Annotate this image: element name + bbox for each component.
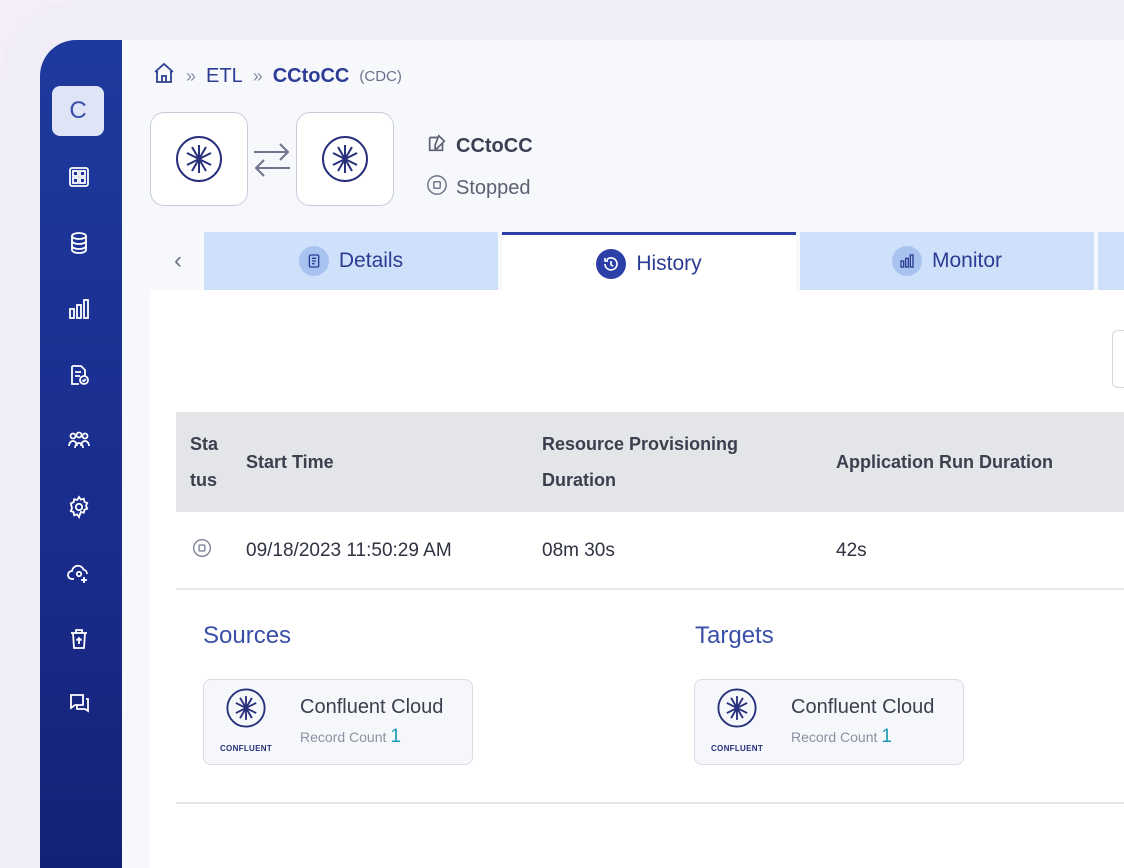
pipeline-name: CCtoCC: [426, 132, 533, 160]
breadcrumb-separator: »: [186, 65, 197, 86]
stopped-icon: [192, 538, 212, 564]
table-row[interactable]: 09/18/2023 11:50:29 AM 08m 30s 42s: [176, 512, 1124, 590]
org-avatar[interactable]: C: [52, 86, 104, 136]
dashboard-grid-icon[interactable]: [62, 160, 96, 194]
breadcrumb: » ETL » CCtoCC (CDC): [152, 62, 402, 90]
source-card[interactable]: CONFLUENT Confluent Cloud Record Count 1: [203, 679, 473, 765]
cloud-user-icon[interactable]: [62, 556, 96, 590]
source-connector-box[interactable]: [150, 112, 248, 206]
chat-bubbles-icon[interactable]: [62, 686, 96, 720]
tab-details[interactable]: Details: [204, 232, 498, 290]
stopped-icon: [426, 174, 448, 202]
settings-gear-icon[interactable]: [62, 490, 96, 524]
history-table-header: Sta tus Start Time Resource Provisioning…: [176, 412, 1124, 512]
confluent-logo-icon: [717, 688, 757, 728]
header-start-time: Start Time: [246, 452, 334, 472]
document-check-icon[interactable]: [62, 358, 96, 392]
confluent-logo: CONFLUENT: [701, 686, 773, 756]
breadcrumb-pipeline-type: (CDC): [359, 67, 402, 85]
tab-bar: ‹ Details History Monitor: [152, 232, 1124, 292]
header-status: Sta tus: [190, 434, 219, 490]
confluent-logo: CONFLUENT: [210, 686, 282, 756]
breadcrumb-current: CCtoCC: [272, 64, 350, 87]
row-start-time: 09/18/2023 11:50:29 AM: [246, 540, 452, 561]
tab-history-label: History: [636, 251, 702, 275]
home-icon[interactable]: [152, 61, 176, 91]
confluent-logo-icon: [322, 136, 368, 182]
edit-icon[interactable]: [426, 132, 448, 160]
bar-chart-icon[interactable]: [62, 292, 96, 326]
sidebar: C: [40, 40, 122, 868]
tab-history[interactable]: History: [502, 232, 796, 292]
target-card[interactable]: CONFLUENT Confluent Cloud Record Count 1: [694, 679, 964, 765]
tab-monitor[interactable]: Monitor: [800, 232, 1094, 290]
source-name: Confluent Cloud: [300, 696, 444, 718]
tab-monitor-label: Monitor: [931, 249, 1003, 272]
row-run-duration: 42s: [836, 540, 867, 561]
sources-title: Sources: [203, 622, 292, 649]
database-icon[interactable]: [62, 226, 96, 260]
targets-title: Targets: [695, 622, 774, 649]
tab-details-label: Details: [338, 249, 404, 272]
source-record-count: Record Count 1: [300, 726, 401, 747]
trash-icon[interactable]: [62, 622, 96, 656]
pipeline-status: Stopped: [426, 174, 531, 202]
pipeline-name-text: CCtoCC: [456, 134, 533, 157]
tab-next-partial[interactable]: [1098, 232, 1124, 290]
confluent-logo-icon: [176, 136, 222, 182]
users-group-icon[interactable]: [62, 424, 96, 458]
target-record-count: Record Count 1: [791, 726, 892, 747]
history-clock-icon: [596, 248, 627, 279]
header-run-duration: Application Run Duration: [836, 452, 1053, 472]
sync-arrows-icon: [254, 143, 290, 177]
tab-scroll-left-button[interactable]: ‹: [152, 232, 204, 290]
history-panel: Sta tus Start Time Resource Provisioning…: [150, 290, 1124, 868]
confluent-logo-icon: [226, 688, 266, 728]
bar-chart-icon: [891, 246, 922, 276]
breadcrumb-separator: »: [252, 65, 263, 86]
app-window: C » ETL » CCtoCC (CDC) CCtoCC Stopped ‹ …: [40, 40, 1124, 868]
pipeline-status-text: Stopped: [456, 176, 531, 199]
panel-action-button[interactable]: [1112, 330, 1124, 388]
main-content: » ETL » CCtoCC (CDC) CCtoCC Stopped ‹ De…: [122, 40, 1124, 868]
document-icon: [298, 246, 329, 276]
row-provisioning-duration: 08m 30s: [542, 540, 615, 561]
header-provisioning-duration: Resource Provisioning Duration: [542, 434, 739, 490]
confluent-wordmark: CONFLUENT: [219, 744, 273, 753]
target-connector-box[interactable]: [296, 112, 394, 206]
breadcrumb-etl-link[interactable]: ETL: [206, 65, 243, 88]
confluent-wordmark: CONFLUENT: [710, 744, 764, 753]
target-name: Confluent Cloud: [791, 696, 935, 718]
section-divider: [176, 802, 1124, 804]
